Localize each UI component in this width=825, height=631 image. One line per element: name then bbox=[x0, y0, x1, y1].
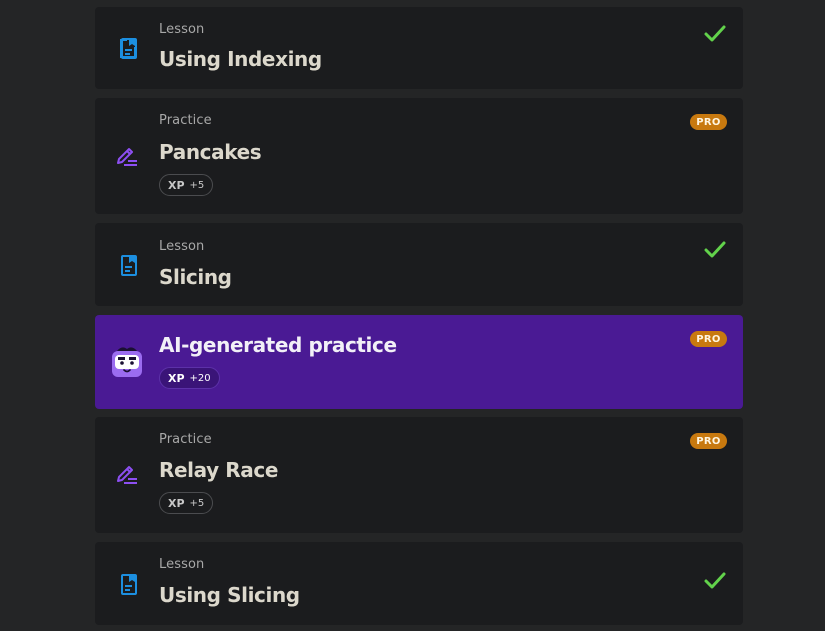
xp-value: +20 bbox=[189, 372, 211, 384]
list-item-pancakes[interactable]: Practice Pancakes XP +5 PRO bbox=[95, 98, 743, 214]
completed-check-icon bbox=[704, 241, 726, 258]
lesson-document-icon bbox=[121, 255, 137, 276]
ai-robot-mascot-icon bbox=[112, 347, 142, 377]
lesson-document-icon bbox=[121, 574, 137, 595]
item-title: Using Slicing bbox=[159, 583, 300, 607]
item-title: AI-generated practice bbox=[159, 333, 397, 357]
pro-badge: PRO bbox=[690, 331, 727, 347]
item-kind-label: Practice bbox=[159, 432, 212, 447]
xp-badge: XP +5 bbox=[159, 492, 214, 514]
list-item-relay-race[interactable]: Practice Relay Race XP +5 PRO bbox=[95, 417, 743, 533]
xp-label: XP bbox=[168, 178, 185, 192]
practice-pencil-icon bbox=[117, 148, 137, 166]
xp-value: +5 bbox=[189, 179, 205, 191]
item-kind-label: Lesson bbox=[159, 22, 205, 37]
item-title: Using Indexing bbox=[159, 47, 322, 71]
list-item-ai-generated-practice[interactable]: AI-generated practice XP +20 PRO bbox=[95, 315, 743, 409]
item-kind-label: Practice bbox=[159, 113, 212, 128]
completed-check-icon bbox=[704, 572, 726, 589]
lesson-document-icon bbox=[120, 38, 137, 59]
completed-check-icon bbox=[704, 25, 726, 42]
item-kind-label: Lesson bbox=[159, 557, 205, 572]
item-title: Slicing bbox=[159, 265, 232, 289]
list-item-using-indexing[interactable]: Lesson Using Indexing bbox=[95, 7, 743, 89]
item-title: Relay Race bbox=[159, 458, 279, 482]
list-item-slicing[interactable]: Lesson Slicing bbox=[95, 223, 743, 306]
practice-pencil-icon bbox=[117, 466, 137, 484]
xp-badge: XP +5 bbox=[159, 174, 214, 196]
item-kind-label: Lesson bbox=[159, 239, 205, 254]
item-title: Pancakes bbox=[159, 140, 262, 164]
xp-label: XP bbox=[168, 496, 185, 510]
xp-badge: XP +20 bbox=[159, 367, 220, 389]
xp-label: XP bbox=[168, 371, 185, 385]
pro-badge: PRO bbox=[690, 114, 727, 130]
pro-badge: PRO bbox=[690, 433, 727, 449]
xp-value: +5 bbox=[189, 497, 205, 509]
list-item-using-slicing[interactable]: Lesson Using Slicing bbox=[95, 542, 743, 625]
